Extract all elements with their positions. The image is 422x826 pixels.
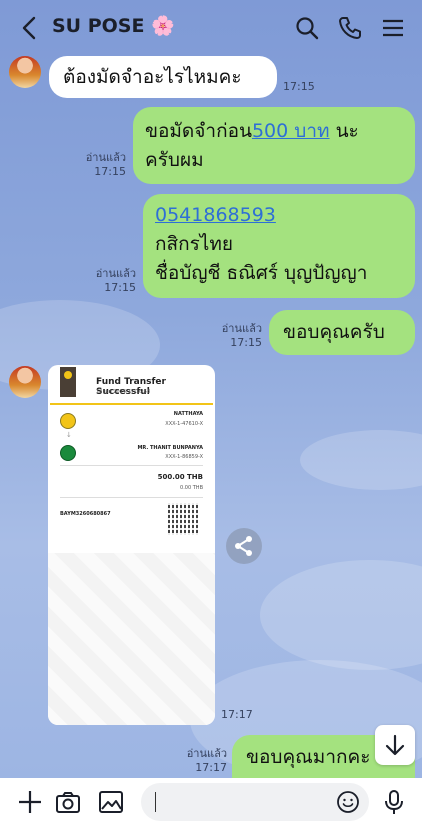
sender-bank-icon (60, 413, 76, 429)
arrow-down-icon: ↓ (66, 431, 72, 439)
back-arrow-icon[interactable] (18, 14, 42, 42)
message-input[interactable] (141, 783, 369, 821)
emoji-icon[interactable] (336, 790, 360, 814)
message-status: อ่านแล้ว 17:15 (218, 322, 262, 350)
message-bubble-outgoing[interactable]: ขอมัดจำก่อน500 บาท นะ ครับผม (133, 107, 415, 184)
contact-avatar[interactable] (9, 366, 41, 398)
message-line: ขอมัดจำก่อน500 บาท นะ (145, 117, 403, 146)
slip-amount: 500.00 THB (157, 473, 203, 481)
message-line: ครับผม (145, 149, 204, 171)
chat-title[interactable]: SU POSE 🌸 (52, 14, 175, 37)
slip-reference: BAYM3260680867 (60, 511, 111, 517)
message-time: 17:15 (94, 165, 126, 178)
divider (60, 465, 203, 466)
receiver-bank-icon (60, 445, 76, 461)
message-text: ขอมัดจำก่อน (145, 120, 252, 142)
sender-account: XXX-1-47610-X (165, 421, 203, 427)
receiver-name: MR. THANIT BUNPANYA (137, 445, 203, 451)
message-time: 17:15 (283, 80, 315, 93)
message-text: นะ (329, 120, 359, 142)
message-text: ขอบคุณครับ (283, 321, 385, 343)
read-label: อ่านแล้ว (95, 267, 136, 280)
message-time: 17:15 (230, 336, 262, 349)
divider (60, 497, 203, 498)
divider (50, 403, 213, 405)
message-time: 17:15 (104, 281, 136, 294)
account-number-link[interactable]: 0541868593 (155, 201, 403, 230)
share-button[interactable] (226, 528, 262, 564)
message-text: ต้องมัดจำอะไรไหมคะ (63, 66, 242, 88)
share-icon (235, 536, 252, 556)
account-holder: ชื่อบัญชี ธณิศร์ บุญปัญญา (155, 262, 368, 284)
message-bubble-outgoing[interactable]: 0541868593 กสิกรไทย ชื่อบัญชี ธณิศร์ บุญ… (143, 194, 415, 298)
message-status: อ่านแล้ว 17:15 (80, 151, 126, 179)
sender-name: NATTHAYA (173, 411, 203, 417)
message-bubble-incoming[interactable]: ต้องมัดจำอะไรไหมคะ (49, 56, 277, 98)
slip-watermark (48, 553, 215, 725)
message-bubble-outgoing[interactable]: ขอบคุณครับ (269, 310, 415, 355)
receiver-account: XXX-1-86859-X (165, 454, 203, 460)
contact-avatar[interactable] (9, 56, 41, 88)
message-status: อ่านแล้ว 17:17 (183, 747, 227, 775)
plus-icon[interactable] (16, 788, 44, 816)
message-time: 17:17 (221, 708, 253, 721)
image-icon[interactable] (97, 788, 125, 816)
qr-code (168, 503, 200, 535)
chat-header: SU POSE 🌸 (0, 0, 422, 56)
microphone-icon[interactable] (380, 788, 408, 816)
arrow-down-icon (385, 734, 405, 756)
search-icon[interactable] (293, 14, 321, 42)
transfer-slip-image[interactable]: Fund Transfer Successful 12 Jun 2024 17:… (48, 365, 215, 725)
message-status: อ่านแล้ว 17:15 (94, 267, 136, 295)
bank-logo-icon (60, 367, 76, 397)
message-text: ขอบคุณมากคะ (246, 746, 371, 768)
scroll-to-bottom-button[interactable] (375, 725, 415, 765)
bank-name: กสิกรไทย (155, 233, 234, 255)
amount-link[interactable]: 500 บาท (252, 120, 330, 142)
slip-date: 12 Jun 2024 17:16:58 (96, 389, 151, 395)
read-label: อ่านแล้ว (186, 747, 227, 760)
message-time: 17:17 (195, 761, 227, 774)
slip-fee: 0.00 THB (180, 485, 203, 491)
flower-emoji: 🌸 (151, 15, 175, 37)
phone-icon[interactable] (336, 14, 364, 42)
menu-icon[interactable] (379, 14, 407, 42)
contact-name: SU POSE (52, 15, 145, 37)
camera-icon[interactable] (54, 788, 82, 816)
text-cursor (155, 792, 156, 812)
read-label: อ่านแล้ว (85, 151, 126, 164)
read-label: อ่านแล้ว (221, 322, 262, 335)
